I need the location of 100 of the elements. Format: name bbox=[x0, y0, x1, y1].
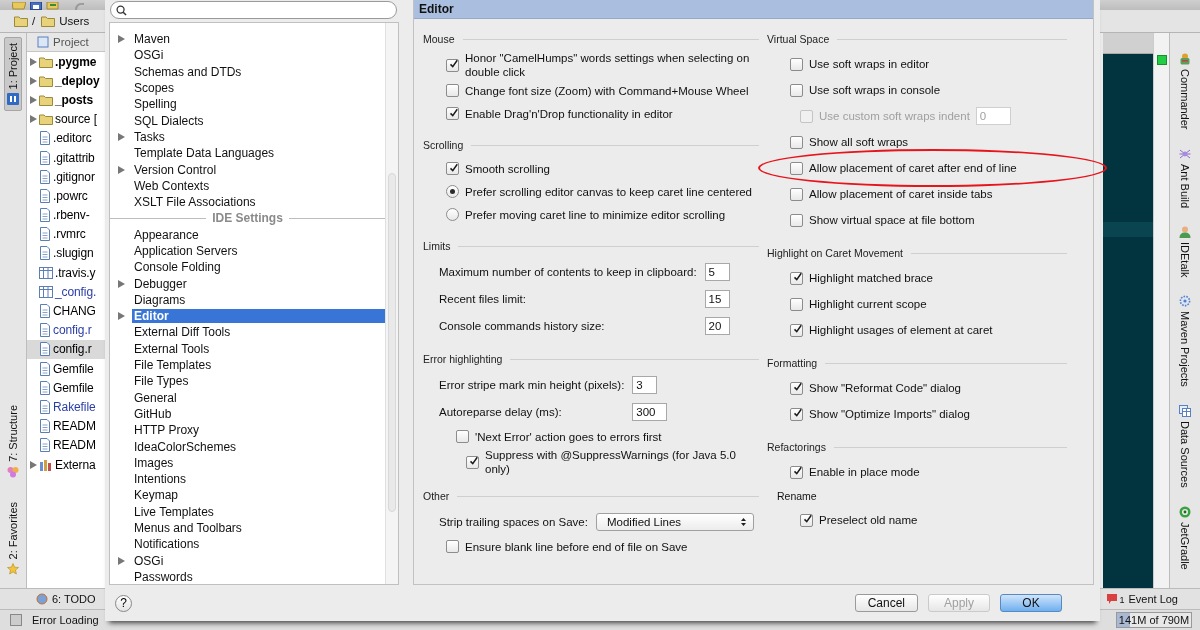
option-label[interactable]: Preselect old name bbox=[819, 513, 918, 527]
tool-tab[interactable]: 2: Favorites bbox=[5, 496, 21, 580]
checkbox[interactable] bbox=[446, 162, 459, 175]
tree-item[interactable]: Externa bbox=[55, 457, 96, 472]
tool-tab[interactable]: JetGradle bbox=[1179, 505, 1191, 570]
tree-item[interactable]: .rbenv- bbox=[53, 208, 90, 223]
settings-item[interactable]: Keymap bbox=[132, 488, 385, 503]
expand-arrow-icon[interactable] bbox=[29, 95, 37, 104]
settings-item[interactable]: Maven bbox=[132, 32, 385, 47]
option-label[interactable]: Highlight current scope bbox=[809, 297, 927, 311]
settings-item[interactable]: Debugger bbox=[132, 276, 385, 291]
settings-item[interactable]: General bbox=[132, 390, 385, 405]
tree-item[interactable]: .rvmrc bbox=[53, 227, 86, 242]
tree-item[interactable]: _posts bbox=[55, 92, 94, 107]
expand-arrow-icon[interactable] bbox=[117, 279, 125, 288]
checkbox[interactable] bbox=[790, 135, 803, 149]
tree-item[interactable]: .slugign bbox=[53, 246, 94, 261]
option-label[interactable]: Highlight matched brace bbox=[809, 271, 933, 285]
number-field[interactable]: 5 bbox=[704, 262, 730, 281]
dialog-button[interactable]: Cancel bbox=[854, 594, 918, 612]
settings-item[interactable]: Version Control bbox=[132, 162, 385, 177]
settings-item[interactable]: IdeaColorSchemes bbox=[132, 439, 385, 454]
tool-tab[interactable]: 7: Structure bbox=[5, 399, 21, 483]
settings-item[interactable]: GitHub bbox=[132, 406, 385, 421]
help-button[interactable]: ? bbox=[115, 594, 132, 612]
settings-item[interactable]: File Types bbox=[132, 374, 385, 389]
expand-arrow-icon[interactable] bbox=[117, 35, 125, 44]
tree-item[interactable]: READM bbox=[53, 438, 96, 453]
settings-item[interactable]: External Diff Tools bbox=[132, 325, 385, 340]
checkbox[interactable] bbox=[790, 381, 803, 395]
settings-item[interactable]: Editor bbox=[132, 309, 385, 324]
expand-arrow-icon[interactable] bbox=[29, 115, 37, 124]
option-label[interactable]: Show "Optimize Imports" dialog bbox=[809, 407, 970, 421]
checkbox[interactable] bbox=[446, 540, 459, 553]
tree-item[interactable]: .powrc bbox=[53, 188, 88, 203]
checkbox[interactable] bbox=[456, 430, 469, 443]
expand-arrow-icon[interactable] bbox=[117, 132, 125, 141]
tree-item[interactable]: Gemfile bbox=[53, 361, 94, 376]
tree-item[interactable]: .pygme bbox=[55, 54, 97, 69]
radio-button[interactable] bbox=[446, 185, 459, 198]
settings-item[interactable]: Scopes bbox=[132, 81, 385, 96]
option-label[interactable]: Allow placement of caret after end of line bbox=[809, 161, 1017, 175]
tool-tab[interactable]: Data Sources bbox=[1179, 404, 1191, 488]
scrollbar-thumb[interactable] bbox=[388, 173, 396, 512]
breadcrumb[interactable]: Users bbox=[41, 15, 90, 27]
checkbox[interactable] bbox=[790, 465, 803, 479]
number-field[interactable]: 15 bbox=[704, 289, 730, 308]
option-label[interactable]: 'Next Error' action goes to errors first bbox=[475, 429, 662, 444]
settings-item[interactable]: Spelling bbox=[132, 97, 385, 112]
tree-item[interactable]: .travis.y bbox=[55, 265, 96, 280]
checkbox[interactable] bbox=[790, 271, 803, 285]
tree-item[interactable]: .gitignor bbox=[53, 169, 95, 184]
tree-item[interactable]: Gemfile bbox=[53, 380, 94, 395]
tree-item[interactable]: CHANG bbox=[53, 304, 96, 319]
settings-item[interactable]: Menus and Toolbars bbox=[132, 521, 385, 536]
tree-item[interactable]: .editorc bbox=[53, 131, 92, 146]
tree-item[interactable]: _config. bbox=[55, 284, 97, 299]
checkbox[interactable] bbox=[800, 513, 813, 527]
settings-item[interactable]: Notifications bbox=[132, 537, 385, 552]
settings-item[interactable]: File Templates bbox=[132, 358, 385, 373]
option-label[interactable]: Show all soft wraps bbox=[809, 135, 909, 149]
settings-item[interactable]: Diagrams bbox=[132, 292, 385, 307]
tree-item[interactable]: Rakefile bbox=[53, 399, 96, 414]
checkbox[interactable] bbox=[446, 58, 459, 72]
checkbox[interactable] bbox=[790, 187, 803, 201]
tree-item[interactable]: config.r bbox=[53, 342, 92, 357]
expand-arrow-icon[interactable] bbox=[117, 556, 125, 565]
settings-item[interactable]: External Tools bbox=[132, 341, 385, 356]
tree-item[interactable]: config.r bbox=[53, 323, 92, 338]
option-label[interactable]: Highlight usages of element at caret bbox=[809, 323, 993, 337]
tree-item[interactable]: _deploy bbox=[55, 73, 100, 88]
checkbox[interactable] bbox=[790, 83, 803, 97]
option-label[interactable]: Use soft wraps in editor bbox=[809, 57, 930, 71]
expand-arrow-icon[interactable] bbox=[29, 57, 37, 66]
option-label[interactable]: Smooth scrolling bbox=[465, 161, 550, 176]
tool-tab[interactable]: Maven Projects bbox=[1179, 295, 1191, 387]
settings-item[interactable]: Schemas and DTDs bbox=[132, 64, 385, 79]
number-field[interactable]: 3 bbox=[632, 375, 658, 394]
number-field[interactable]: 20 bbox=[704, 316, 730, 335]
settings-item[interactable]: OSGi bbox=[132, 48, 385, 63]
checkbox[interactable] bbox=[790, 407, 803, 421]
option-label[interactable]: Allow placement of caret inside tabs bbox=[809, 187, 993, 201]
disk-icon[interactable] bbox=[30, 2, 42, 10]
tool-tab[interactable]: 1: Project bbox=[4, 37, 22, 112]
option-label[interactable]: Suppress with @SuppressWarnings (for Java 5.0 only) bbox=[485, 448, 759, 476]
checkbox[interactable] bbox=[790, 213, 803, 227]
settings-item[interactable]: Application Servers bbox=[132, 244, 385, 258]
expand-arrow-icon[interactable] bbox=[117, 312, 125, 321]
checkbox[interactable] bbox=[790, 161, 803, 175]
checkbox[interactable] bbox=[790, 57, 803, 71]
breadcrumb[interactable]: / bbox=[14, 15, 36, 27]
checkbox[interactable] bbox=[790, 297, 803, 311]
settings-item[interactable]: Images bbox=[132, 455, 385, 470]
expand-arrow-icon[interactable] bbox=[29, 76, 37, 85]
checkbox[interactable] bbox=[446, 84, 459, 97]
settings-item[interactable]: Live Templates bbox=[132, 504, 385, 519]
settings-item[interactable]: Appearance bbox=[132, 227, 385, 242]
checkbox[interactable] bbox=[466, 455, 479, 469]
tool-tab[interactable]: IDEtalk bbox=[1179, 225, 1191, 278]
settings-item[interactable]: SQL Dialects bbox=[132, 113, 385, 128]
